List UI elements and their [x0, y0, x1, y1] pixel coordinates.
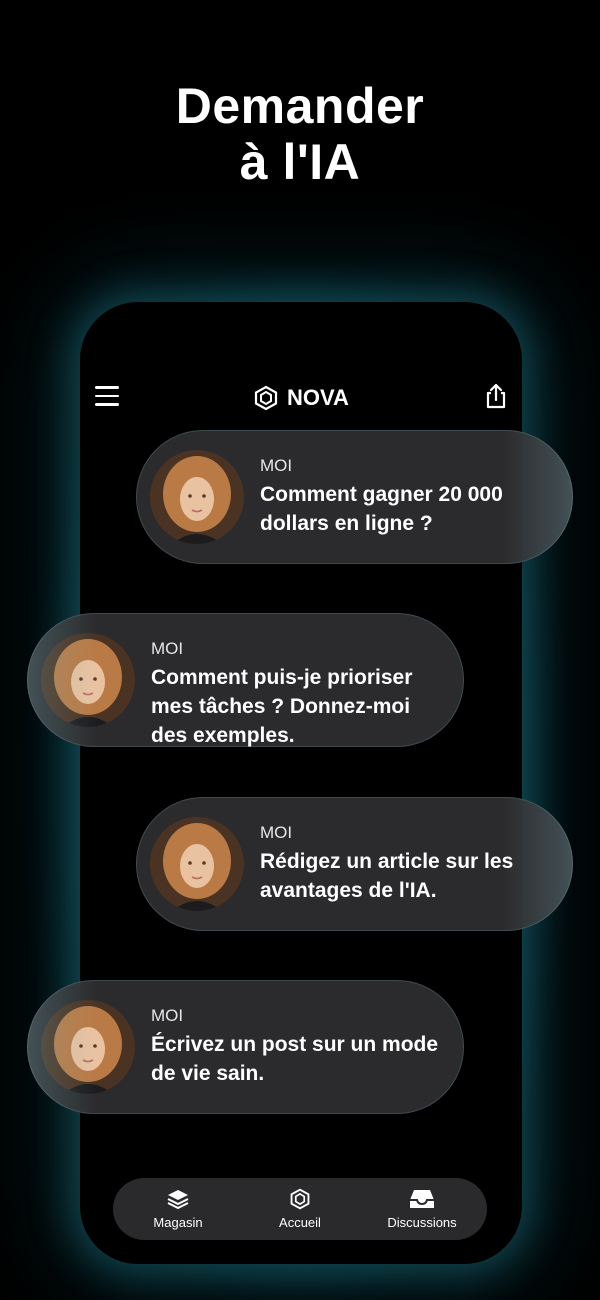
nav-item-magasin[interactable]: Magasin — [123, 1178, 233, 1240]
message-text: Rédigez un article sur les avantages de … — [260, 850, 514, 902]
brand: NOVA — [253, 382, 349, 414]
brand-name: NOVA — [287, 385, 349, 410]
layers-icon — [167, 1190, 189, 1209]
bottom-nav: Magasin Accueil Discussions — [113, 1178, 487, 1240]
avatar — [41, 1000, 135, 1094]
message-text: Comment gagner 20 000 dollars en ligne ? — [260, 483, 503, 535]
message-sender: MOI — [260, 456, 293, 475]
avatar — [150, 450, 244, 544]
message-bubble-1[interactable]: MOI Comment gagner 20 000 dollars en lig… — [136, 430, 573, 564]
message-sender: MOI — [151, 1006, 184, 1025]
headline-line-2: à l'IA — [239, 134, 361, 190]
nav-label: Magasin — [153, 1215, 203, 1230]
headline-line-1: Demander — [175, 78, 425, 134]
message-bubble-4[interactable]: MOI Écrivez un post sur un mode de vie s… — [27, 980, 464, 1114]
message-bubble-2[interactable]: MOI Comment puis-je prioriser mes tâches… — [27, 613, 464, 747]
nova-logo-icon — [290, 1188, 310, 1210]
share-icon[interactable] — [483, 382, 509, 410]
menu-icon[interactable] — [95, 386, 119, 408]
message-text: Écrivez un post sur un mode de vie sain. — [151, 1033, 439, 1085]
nova-logo-icon — [254, 385, 278, 411]
message-text: Comment puis-je prioriser mes tâches ? D… — [151, 666, 413, 747]
message-bubble-3[interactable]: MOI Rédigez un article sur les avantages… — [136, 797, 573, 931]
message-sender: MOI — [260, 823, 293, 842]
nav-label: Accueil — [279, 1215, 321, 1230]
inbox-icon — [410, 1190, 434, 1208]
page-headline: Demander à l'IA — [0, 78, 600, 190]
message-sender: MOI — [151, 639, 184, 658]
nav-label: Discussions — [387, 1215, 457, 1230]
nav-item-accueil[interactable]: Accueil — [245, 1178, 355, 1240]
avatar — [41, 633, 135, 727]
avatar — [150, 817, 244, 911]
nav-item-discussions[interactable]: Discussions — [367, 1178, 477, 1240]
